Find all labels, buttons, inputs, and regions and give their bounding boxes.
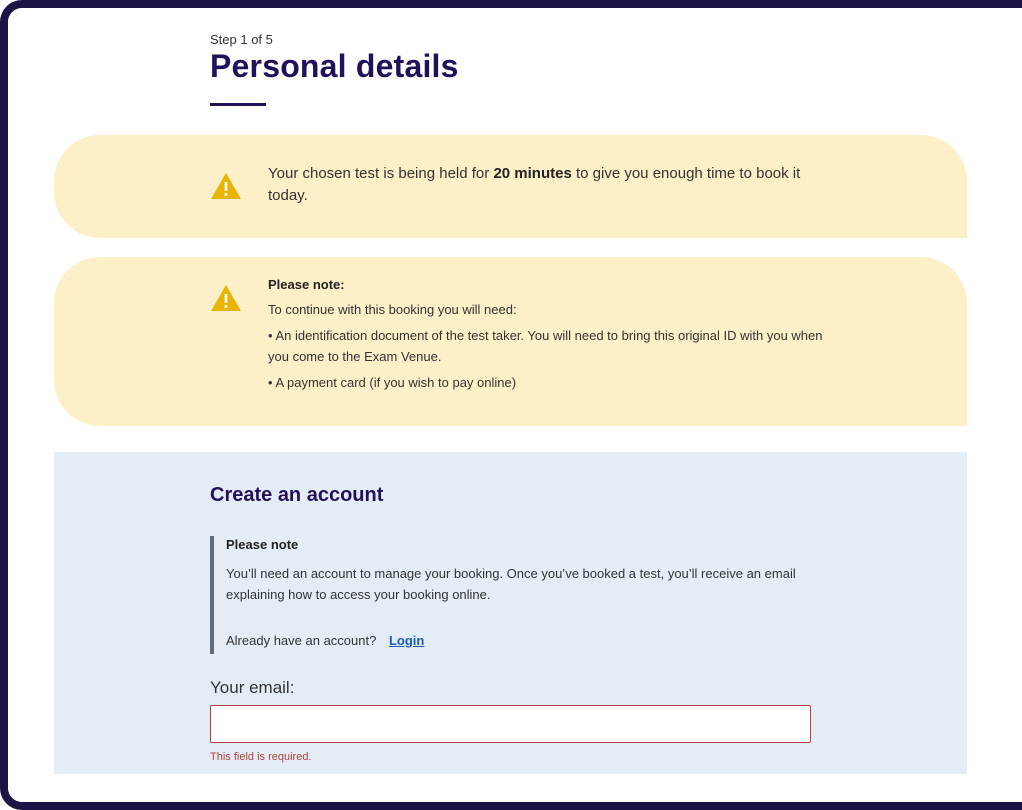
requirements-intro: To continue with this booking you will n…	[268, 302, 517, 317]
create-account-panel: Create an account Please note You’ll nee…	[54, 452, 967, 774]
warning-icon	[211, 285, 241, 311]
account-note-title: Please note	[226, 537, 299, 552]
account-note: Please note You’ll need an account to ma…	[210, 536, 814, 654]
requirements-alert: Please note: To continue with this booki…	[54, 257, 967, 426]
page-content: Step 1 of 5 Personal details Your chosen…	[8, 8, 1022, 802]
title-underline	[210, 103, 266, 106]
step-indicator: Step 1 of 5	[210, 32, 273, 47]
hold-time-alert: Your chosen test is being held for 20 mi…	[54, 135, 967, 238]
email-error-message: This field is required.	[210, 751, 312, 763]
requirement-item: • An identification document of the test…	[268, 328, 823, 364]
page-title: Personal details	[210, 48, 459, 84]
create-account-title: Create an account	[210, 484, 384, 506]
email-label: Your email:	[210, 678, 295, 697]
email-field[interactable]	[210, 705, 811, 743]
hold-time-text: Your chosen test is being held for 20 mi…	[268, 165, 801, 204]
login-prompt: Already have an account?	[226, 633, 377, 648]
requirements-title: Please note:	[268, 277, 345, 292]
account-note-text: You’ll need an account to manage your bo…	[226, 566, 796, 602]
login-link[interactable]: Login	[389, 633, 424, 648]
requirement-item: • A payment card (if you wish to pay onl…	[268, 375, 517, 390]
warning-icon	[211, 173, 241, 199]
login-prompt-row: Already have an account? Login	[226, 633, 424, 648]
window-frame: Step 1 of 5 Personal details Your chosen…	[0, 0, 1022, 810]
hold-duration: 20 minutes	[493, 165, 572, 182]
requirements-body: Please note: To continue with this booki…	[268, 276, 828, 398]
